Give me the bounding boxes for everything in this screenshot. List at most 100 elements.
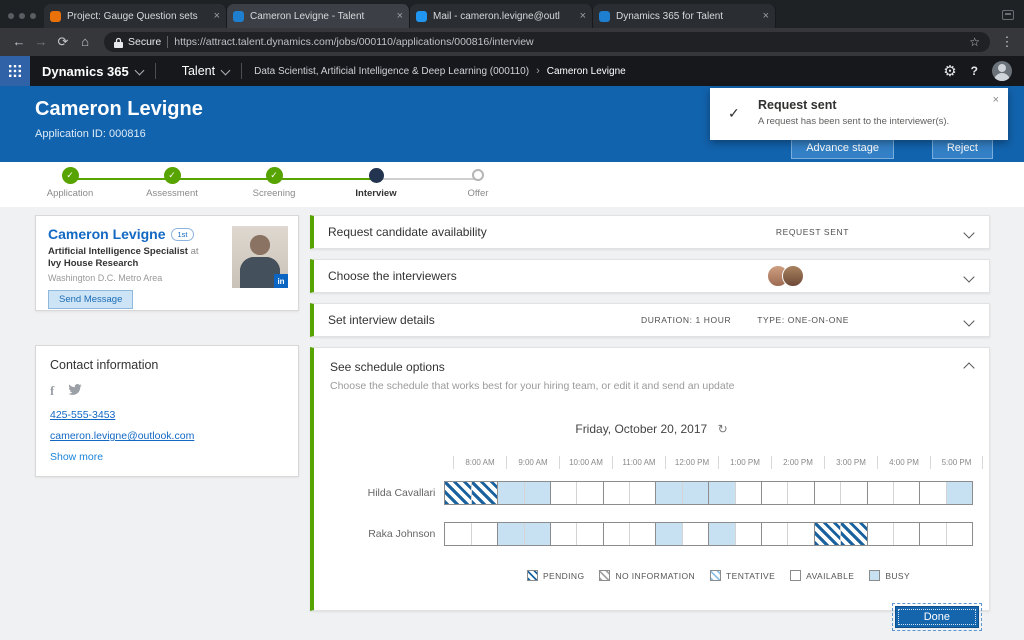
- slot-available[interactable]: [736, 523, 762, 545]
- back-icon[interactable]: ←: [8, 28, 30, 56]
- slot-available[interactable]: [788, 523, 814, 545]
- twitter-icon[interactable]: [68, 382, 82, 400]
- slot-available[interactable]: [736, 482, 762, 504]
- help-icon[interactable]: ?: [971, 64, 978, 78]
- slot-available[interactable]: [841, 482, 867, 504]
- slot-available[interactable]: [920, 482, 946, 504]
- facebook-icon[interactable]: f: [50, 383, 54, 399]
- secure-label: Secure: [128, 36, 161, 48]
- stepper-step-application[interactable]: ✓Application: [19, 166, 121, 199]
- section-request-candidate-availability[interactable]: Request candidate availabilityREQUEST SE…: [310, 215, 990, 249]
- show-more-link[interactable]: Show more: [50, 451, 284, 463]
- close-icon[interactable]: ×: [993, 94, 999, 106]
- window-controls[interactable]: [8, 13, 36, 19]
- slot-busy[interactable]: [498, 482, 524, 504]
- tab-title: Project: Gauge Question sets: [67, 11, 210, 22]
- phone-link[interactable]: 425-555-3453: [50, 409, 284, 421]
- section-title[interactable]: See schedule options: [330, 360, 973, 374]
- toast-message: A request has been sent to the interview…: [758, 116, 949, 127]
- slot-available[interactable]: [472, 523, 498, 545]
- email-link[interactable]: cameron.levigne@outlook.com: [50, 430, 284, 442]
- browser-tab[interactable]: Project: Gauge Question sets ×: [44, 4, 227, 28]
- tab-close-icon[interactable]: ×: [580, 11, 586, 21]
- send-message-button[interactable]: Send Message: [48, 290, 133, 309]
- slot-available[interactable]: [815, 482, 841, 504]
- done-button[interactable]: Done: [895, 606, 979, 628]
- slot-available[interactable]: [577, 523, 603, 545]
- chevron-down-icon[interactable]: [221, 65, 231, 75]
- slot-busy[interactable]: [683, 482, 709, 504]
- browser-menu-icon[interactable]: ⋮: [998, 34, 1016, 50]
- chevron-down-icon[interactable]: [965, 229, 973, 237]
- talent-app-menu[interactable]: Talent: [182, 64, 215, 78]
- legend-label: PENDING: [543, 571, 585, 581]
- slot-busy[interactable]: [498, 523, 524, 545]
- slot-available[interactable]: [445, 523, 471, 545]
- chevron-up-icon[interactable]: [965, 364, 973, 372]
- reload-icon[interactable]: ⟳: [52, 28, 74, 56]
- browser-tab[interactable]: Cameron Levigne - Talent×: [227, 4, 410, 28]
- slot-available[interactable]: [762, 523, 788, 545]
- candidate-name[interactable]: Cameron Levigne: [48, 226, 165, 242]
- slot-available[interactable]: [630, 482, 656, 504]
- slot-pending[interactable]: [445, 482, 471, 504]
- slot-available[interactable]: [868, 523, 894, 545]
- chevron-down-icon[interactable]: [134, 65, 144, 75]
- forward-icon[interactable]: →: [30, 28, 52, 56]
- slot-available[interactable]: [762, 482, 788, 504]
- slot-busy[interactable]: [656, 482, 682, 504]
- slot-available[interactable]: [947, 523, 972, 545]
- candidate-at: at: [191, 246, 199, 257]
- slot-pending[interactable]: [472, 482, 498, 504]
- slot-available[interactable]: [551, 482, 577, 504]
- browser-tab[interactable]: Mail - cameron.levigne@outl×: [410, 4, 593, 28]
- bookmark-star-icon[interactable]: ☆: [969, 35, 980, 49]
- chevron-shape: [963, 271, 974, 282]
- chevron-down-icon[interactable]: [965, 317, 973, 325]
- stepper-step-interview[interactable]: Interview: [325, 166, 427, 199]
- slot-available[interactable]: [604, 482, 630, 504]
- breadcrumb-job[interactable]: Data Scientist, Artificial Intelligence …: [254, 66, 529, 77]
- dynamics-365-menu[interactable]: Dynamics 365: [42, 64, 129, 79]
- address-bar[interactable]: Secure https://attract.talent.dynamics.c…: [104, 32, 990, 52]
- tab-close-icon[interactable]: ×: [763, 11, 769, 21]
- slot-busy[interactable]: [709, 482, 735, 504]
- stepper-step-offer[interactable]: Offer: [427, 166, 529, 199]
- schedule-rows: Hilda CavallariRaka Johnson: [330, 481, 973, 546]
- refresh-icon[interactable]: ↻: [718, 422, 728, 436]
- gear-icon[interactable]: ⚙: [943, 62, 956, 80]
- stepper-step-assessment[interactable]: ✓Assessment: [121, 166, 223, 199]
- slot-available[interactable]: [920, 523, 946, 545]
- slot-available[interactable]: [788, 482, 814, 504]
- section-set-interview-details[interactable]: Set interview detailsDURATION: 1 HOURTYP…: [310, 303, 990, 337]
- slot-pending[interactable]: [815, 523, 841, 545]
- stepper-step-screening[interactable]: ✓Screening: [223, 166, 325, 199]
- availability-cells: [444, 522, 973, 546]
- chevron-down-icon[interactable]: [965, 273, 973, 281]
- user-avatar[interactable]: [992, 61, 1012, 81]
- slot-busy[interactable]: [525, 523, 551, 545]
- home-icon[interactable]: ⌂: [74, 28, 96, 56]
- slot-busy[interactable]: [709, 523, 735, 545]
- slot-busy[interactable]: [947, 482, 972, 504]
- slot-available[interactable]: [894, 482, 920, 504]
- browser-profile-icon[interactable]: [1002, 10, 1014, 20]
- slot-busy[interactable]: [656, 523, 682, 545]
- tab-close-icon[interactable]: ×: [397, 11, 403, 21]
- contact-card: Contact information f 425-555-3453 camer…: [35, 345, 299, 477]
- slot-busy[interactable]: [525, 482, 551, 504]
- breadcrumb-candidate[interactable]: Cameron Levigne: [547, 66, 626, 77]
- browser-tab[interactable]: Dynamics 365 for Talent×: [593, 4, 776, 28]
- waffle-menu-icon[interactable]: [0, 56, 30, 86]
- slot-available[interactable]: [604, 523, 630, 545]
- section-choose-the-interviewers[interactable]: Choose the interviewers: [310, 259, 990, 293]
- slot-available[interactable]: [630, 523, 656, 545]
- time-labels: 8:00 AM9:00 AM10:00 AM11:00 AM12:00 PM1:…: [453, 456, 984, 469]
- slot-pending[interactable]: [841, 523, 867, 545]
- slot-available[interactable]: [577, 482, 603, 504]
- slot-available[interactable]: [868, 482, 894, 504]
- slot-available[interactable]: [551, 523, 577, 545]
- tab-close-icon[interactable]: ×: [214, 11, 220, 21]
- slot-available[interactable]: [894, 523, 920, 545]
- slot-available[interactable]: [683, 523, 709, 545]
